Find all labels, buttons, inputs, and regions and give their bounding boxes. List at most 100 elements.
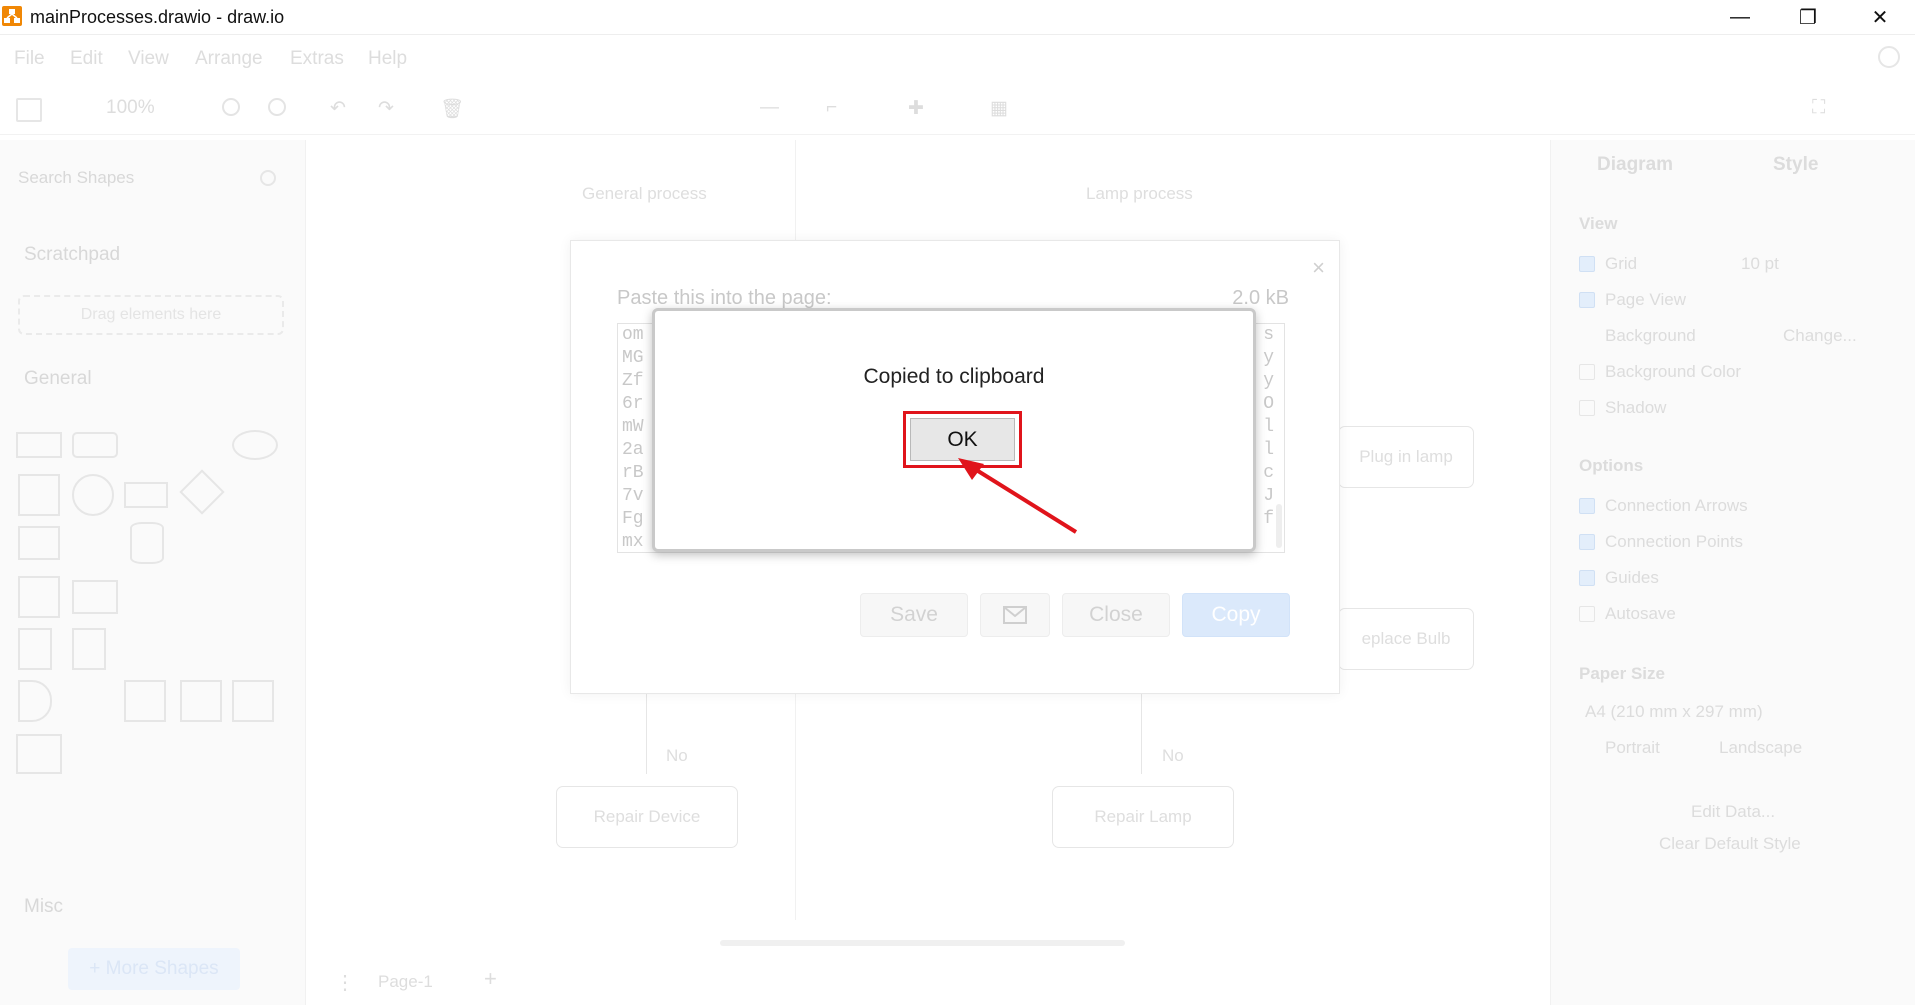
fullscreen-icon[interactable]: ⛶	[1812, 97, 1825, 119]
textarea-scrollbar[interactable]	[1276, 504, 1282, 548]
diamond-shape[interactable]	[179, 469, 225, 515]
autosave-label: Autosave	[1605, 604, 1676, 623]
landscape-radio[interactable]: Landscape	[1719, 738, 1802, 758]
grid-size-input[interactable]: 10 pt	[1741, 254, 1779, 274]
cylinder-shape[interactable]	[130, 522, 164, 564]
horizontal-scrollbar[interactable]	[720, 940, 1125, 946]
paper-size-section-title: Paper Size	[1579, 664, 1665, 683]
restore-button[interactable]: ❐	[1778, 0, 1838, 34]
card-shape[interactable]	[72, 628, 106, 670]
shapes-panel: Search Shapes Scratchpad Drag elements h…	[0, 140, 306, 1005]
close-button[interactable]: Close	[1062, 593, 1170, 637]
copy-button[interactable]: Copy	[1182, 593, 1290, 637]
undo-icon[interactable]: ↶	[330, 97, 346, 120]
add-page-icon[interactable]: +	[484, 966, 497, 992]
rectangle-shape[interactable]	[16, 432, 62, 458]
scratchpad-header[interactable]: Scratchpad	[24, 244, 120, 266]
guides-checkbox[interactable]	[1579, 570, 1595, 586]
circle-shape[interactable]	[72, 474, 114, 516]
menu-file[interactable]: File	[14, 48, 45, 70]
note-shape[interactable]	[18, 628, 52, 670]
theme-icon[interactable]	[1878, 46, 1900, 68]
page-tab[interactable]: Page-1	[378, 972, 433, 992]
toolbar	[0, 82, 1915, 135]
clear-default-style-button[interactable]: Clear Default Style	[1659, 834, 1801, 854]
container-shape[interactable]	[18, 576, 60, 618]
delete-icon[interactable]: 🗑	[440, 97, 464, 121]
code-tail: f	[1263, 509, 1274, 529]
search-shapes-input[interactable]: Search Shapes	[18, 168, 134, 188]
connector-line	[646, 692, 647, 774]
lane-lamp-process[interactable]: Lamp process	[1086, 184, 1193, 204]
edge-label-no: No	[666, 746, 688, 765]
connection-arrows-checkbox[interactable]	[1579, 498, 1595, 514]
window-title: mainProcesses.drawio - draw.io	[30, 7, 285, 27]
minimize-button[interactable]: —	[1710, 0, 1770, 34]
menu-help[interactable]: Help	[368, 48, 407, 70]
misc-header[interactable]: Misc	[24, 896, 63, 918]
paper-size-select[interactable]: A4 (210 mm x 297 mm)	[1585, 702, 1895, 722]
replace-bulb-node[interactable]: eplace Bulb	[1338, 608, 1474, 670]
close-window-button[interactable]: ✕	[1850, 0, 1910, 34]
shadow-checkbox[interactable]	[1579, 400, 1595, 416]
page-view-checkbox[interactable]	[1579, 292, 1595, 308]
waypoint-icon[interactable]: ⌐	[826, 97, 837, 119]
title-bar: mainProcesses.drawio - draw.io — ❐ ✕	[0, 0, 1915, 35]
pages-menu-icon[interactable]: ⋮	[335, 970, 355, 995]
square-shape[interactable]	[18, 474, 60, 516]
page-view-label: Page View	[1605, 290, 1686, 309]
insert-icon[interactable]: ✚	[908, 97, 924, 120]
zoom-in-icon[interactable]	[222, 98, 240, 116]
ellipse-shape[interactable]	[232, 430, 278, 460]
portrait-radio[interactable]: Portrait	[1605, 738, 1660, 758]
menu-extras[interactable]: Extras	[290, 48, 344, 70]
process-shape[interactable]	[124, 482, 168, 508]
connection-points-label: Connection Points	[1605, 532, 1743, 551]
connection-points-checkbox[interactable]	[1579, 534, 1595, 550]
code-tail: c	[1263, 463, 1274, 483]
tab-style[interactable]: Style	[1773, 154, 1818, 176]
zoom-out-icon[interactable]	[268, 98, 286, 116]
list-shape[interactable]	[16, 734, 62, 774]
edit-data-button[interactable]: Edit Data...	[1691, 802, 1775, 822]
rounded-rectangle-shape[interactable]	[72, 432, 118, 458]
search-icon[interactable]	[260, 170, 276, 186]
save-button[interactable]: Save	[860, 593, 968, 637]
hexagon-shape[interactable]	[18, 526, 60, 560]
red-arrow-annotation	[958, 458, 1078, 534]
menu-arrange[interactable]: Arrange	[195, 48, 263, 70]
square-outline-shape[interactable]	[124, 680, 166, 722]
table-icon[interactable]: ▦	[990, 97, 1008, 120]
grid-checkbox[interactable]	[1579, 256, 1595, 272]
plug-in-lamp-node[interactable]: Plug in lamp	[1338, 426, 1474, 488]
more-shapes-button[interactable]: + More Shapes	[68, 948, 240, 990]
lane-general-process[interactable]: General process	[582, 184, 707, 204]
background-label: Background	[1605, 326, 1696, 345]
format-panel-icon[interactable]	[16, 98, 42, 122]
dialog-close-icon[interactable]: ×	[1312, 255, 1325, 281]
envelope-icon	[1003, 606, 1027, 624]
paste-label: Paste this into the page:	[617, 287, 832, 309]
tab-diagram[interactable]: Diagram	[1597, 154, 1673, 176]
repair-lamp-node[interactable]: Repair Lamp	[1052, 786, 1234, 848]
email-button[interactable]	[980, 593, 1050, 637]
code-tail: s	[1263, 325, 1274, 345]
line-style-icon[interactable]: —	[760, 97, 779, 119]
guides-label: Guides	[1605, 568, 1659, 587]
general-header[interactable]: General	[24, 368, 92, 390]
scratchpad-drop-zone[interactable]: Drag elements here	[18, 295, 284, 335]
frame-shape[interactable]	[180, 680, 222, 722]
background-color-checkbox[interactable]	[1579, 364, 1595, 380]
repair-device-node[interactable]: Repair Device	[556, 786, 738, 848]
redo-icon[interactable]: ↷	[378, 97, 394, 120]
zoom-select[interactable]: 100%	[106, 97, 155, 119]
menu-view[interactable]: View	[128, 48, 169, 70]
delay-shape[interactable]	[18, 680, 52, 722]
change-background-button[interactable]: Change...	[1783, 326, 1857, 346]
frame2-shape[interactable]	[232, 680, 274, 722]
menu-edit[interactable]: Edit	[70, 48, 103, 70]
autosave-checkbox[interactable]	[1579, 606, 1595, 622]
code-tail: l	[1263, 440, 1274, 460]
connection-arrows-label: Connection Arrows	[1605, 496, 1748, 515]
internal-storage-shape[interactable]	[72, 580, 118, 614]
